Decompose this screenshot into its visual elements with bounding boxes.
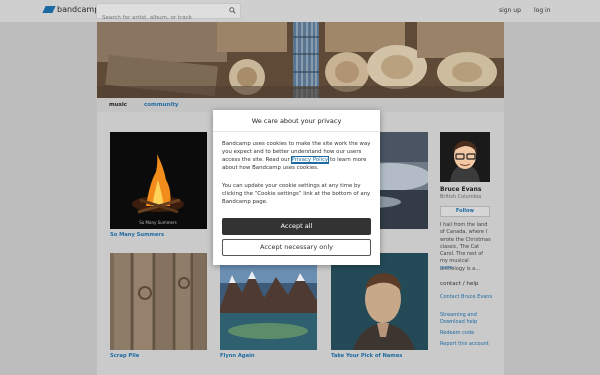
accept-all-button[interactable]: Accept all: [222, 218, 371, 235]
album-cover-take-your-pick[interactable]: [331, 253, 428, 350]
logo-text: bandcamp: [57, 5, 100, 14]
album-cover-so-many-summers[interactable]: So Many Summers: [110, 132, 207, 229]
dialog-title: We care about your privacy: [213, 110, 380, 132]
cover-caption: So Many Summers: [139, 220, 176, 225]
artist-name: Bruce Evans: [440, 186, 482, 193]
artist-photo[interactable]: [440, 132, 490, 182]
artist-location: British Columbia: [440, 194, 482, 200]
album-title[interactable]: Scrap Pile: [110, 353, 139, 359]
contact-artist-link[interactable]: Contact Bruce Evans: [440, 294, 496, 301]
album-cover-scrap-pile[interactable]: [110, 253, 207, 350]
privacy-dialog: We care about your privacy Bandcamp uses…: [213, 110, 380, 265]
privacy-paragraph-1: Bandcamp uses cookies to make the site w…: [222, 140, 374, 172]
bandcamp-logo[interactable]: bandcamp: [42, 5, 100, 14]
album-title[interactable]: So Many Summers: [110, 232, 164, 238]
contact-help-heading: contact / help: [440, 281, 479, 287]
privacy-policy-link[interactable]: Privacy Policy: [290, 156, 330, 165]
tab-community[interactable]: community: [144, 102, 178, 108]
accept-necessary-button[interactable]: Accept necessary only: [222, 239, 371, 256]
bio-more-link[interactable]: more: [440, 265, 453, 271]
download-help-link[interactable]: Streaming and Download help: [440, 312, 496, 325]
report-account-link[interactable]: Report this account: [440, 341, 496, 348]
album-cover-flynn-again[interactable]: [220, 253, 317, 350]
follow-button[interactable]: Follow: [440, 206, 490, 217]
top-header: bandcamp sign up log in: [0, 0, 600, 25]
redeem-code-link[interactable]: Redeem code: [440, 330, 496, 337]
artist-banner: [97, 22, 504, 98]
privacy-paragraph-2: You can update your cookie settings at a…: [222, 183, 371, 206]
search-box[interactable]: [96, 3, 241, 25]
log-in-link[interactable]: log in: [534, 7, 551, 14]
album-title[interactable]: Take Your Pick of Names: [331, 353, 402, 359]
search-icon[interactable]: [229, 7, 236, 14]
sign-up-link[interactable]: sign up: [499, 7, 521, 14]
album-title[interactable]: Flynn Again: [220, 353, 255, 359]
bandcamp-logo-icon: [42, 6, 56, 13]
tab-music[interactable]: music: [109, 102, 127, 108]
